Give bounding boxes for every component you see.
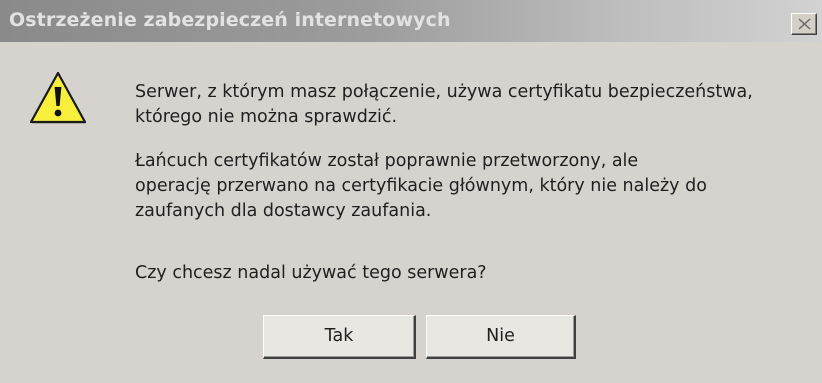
message-line: którego nie można sprawdzić. <box>135 107 398 127</box>
close-button[interactable] <box>791 13 817 35</box>
message-line: Łańcuch certyfikatów został poprawnie pr… <box>135 151 639 171</box>
close-icon <box>798 18 811 30</box>
dialog-title: Ostrzeżenie zabezpieczeń internetowych <box>9 9 451 31</box>
security-warning-dialog: Ostrzeżenie zabezpieczeń internetowych S… <box>0 0 822 383</box>
message-paragraph-2: Łańcuch certyfikatów został poprawnie pr… <box>135 149 707 224</box>
message-paragraph-1: Serwer, z którym masz połączenie, używa … <box>135 80 753 130</box>
warning-icon <box>29 71 87 124</box>
yes-button[interactable]: Tak <box>263 315 416 359</box>
no-button[interactable]: Nie <box>426 315 576 359</box>
message-question: Czy chcesz nadal używać tego serwera? <box>135 261 487 286</box>
message-line: Czy chcesz nadal używać tego serwera? <box>135 263 487 283</box>
message-line: Serwer, z którym masz połączenie, używa … <box>135 82 753 102</box>
title-bar[interactable]: Ostrzeżenie zabezpieczeń internetowych <box>0 0 822 42</box>
message-line: operację przerwano na certyfikacie główn… <box>135 176 707 196</box>
message-line: zaufanych dla dostawcy zaufania. <box>135 201 432 221</box>
